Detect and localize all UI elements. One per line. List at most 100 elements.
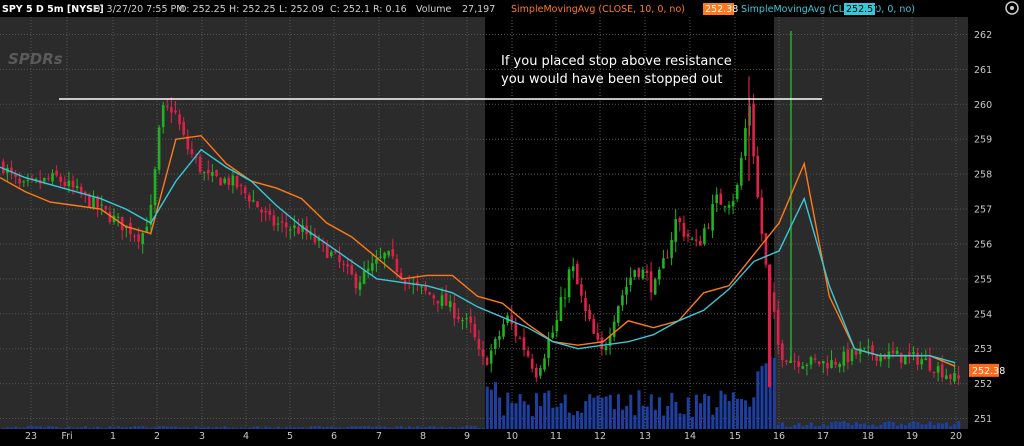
- volume-bar: [313, 426, 317, 429]
- volume-bar: [883, 421, 887, 429]
- candle-body: [518, 338, 522, 340]
- candle-body: [711, 204, 714, 231]
- candle-body: [571, 266, 575, 271]
- time-tick-label: 7: [376, 431, 382, 442]
- header-date: D: 3/27/20 7:55 PM: [93, 4, 184, 15]
- volume-bar: [317, 426, 321, 429]
- candle-body: [621, 295, 624, 306]
- volume-bar: [809, 422, 813, 429]
- candle-body: [694, 239, 698, 241]
- candle-body: [391, 249, 395, 257]
- candle-body: [342, 263, 345, 265]
- volume-bar: [662, 415, 666, 429]
- candle-body: [838, 363, 841, 368]
- volume-bar: [330, 426, 333, 429]
- candle-body: [461, 320, 464, 322]
- candle-body: [477, 339, 481, 350]
- candle-body: [248, 195, 251, 202]
- volume-bar: [895, 425, 899, 429]
- candle-body: [395, 258, 399, 272]
- candle-body: [260, 209, 263, 213]
- candle-body: [826, 362, 829, 369]
- volume-bar: [863, 423, 866, 429]
- volume-bar: [854, 421, 858, 429]
- candle-body: [182, 122, 185, 135]
- volume-bar: [116, 426, 120, 429]
- volume-bar: [543, 393, 547, 429]
- volume-bar: [416, 426, 420, 429]
- volume-bar: [957, 421, 961, 429]
- volume-bar: [34, 426, 38, 429]
- volume-bar: [461, 426, 465, 429]
- time-tick-label: 8: [420, 431, 426, 442]
- candle-body: [846, 349, 850, 363]
- volume-bar: [305, 427, 309, 429]
- volume-bar: [239, 427, 243, 429]
- candle-body: [551, 332, 554, 338]
- header-symbol[interactable]: SPY 5 D 5m [NYSE]: [2, 4, 104, 15]
- candle-body: [797, 361, 800, 367]
- volume-bar: [781, 422, 784, 429]
- candle-body: [354, 273, 358, 289]
- volume-bar: [953, 424, 957, 429]
- candle-body: [530, 358, 534, 369]
- candle-body: [596, 332, 600, 340]
- price-tick-label: 253: [974, 344, 992, 355]
- candle-body: [207, 169, 210, 174]
- header-volume-value: 27,197: [462, 4, 495, 15]
- candle-body: [699, 240, 702, 246]
- volume-bar: [920, 424, 924, 429]
- annotation-line-1: If you placed stop above resistance: [501, 54, 732, 69]
- candle-body: [202, 172, 206, 174]
- volume-bar: [457, 427, 461, 429]
- volume-bar: [354, 426, 358, 429]
- header-open: O: 252.25: [179, 4, 226, 15]
- candle-body: [703, 228, 706, 244]
- candle-body: [215, 169, 218, 176]
- candle-body: [51, 173, 54, 182]
- candle-body: [576, 263, 579, 285]
- candle-body: [867, 346, 870, 348]
- volume-bar: [43, 427, 46, 429]
- volume-bar: [535, 393, 538, 429]
- price-tick-label: 262: [974, 30, 992, 41]
- volume-bar: [100, 427, 104, 429]
- volume-bar: [912, 421, 916, 429]
- volume-bar: [699, 403, 702, 429]
- candle-body: [293, 225, 296, 229]
- volume-bar: [658, 397, 661, 429]
- volume-bar: [346, 427, 350, 429]
- header-range: R: 0.16: [373, 4, 407, 15]
- candle-body: [625, 286, 628, 295]
- volume-bar: [694, 394, 698, 429]
- volume-bar: [760, 365, 764, 429]
- volume-bar: [170, 426, 174, 429]
- volume-bar: [301, 427, 305, 429]
- candle-body: [842, 351, 846, 366]
- volume-bar: [276, 426, 280, 429]
- candle-body: [494, 339, 497, 349]
- price-tick-label: 261: [974, 65, 992, 76]
- volume-bar: [6, 427, 10, 429]
- candle-body: [633, 270, 636, 277]
- candle-body: [899, 352, 903, 363]
- candle-body: [719, 193, 723, 205]
- volume-bar: [555, 406, 559, 429]
- volume-bar: [92, 427, 96, 429]
- volume-bar: [891, 422, 895, 429]
- volume-bar: [289, 426, 292, 429]
- candle-body: [916, 352, 919, 365]
- volume-bar: [879, 424, 883, 429]
- candle-body: [137, 234, 140, 242]
- candle-body: [945, 375, 948, 379]
- price-tick-label: 251: [974, 414, 992, 425]
- candle-body: [805, 365, 809, 367]
- volume-bar: [235, 427, 239, 429]
- volume-bar: [887, 421, 891, 429]
- volume-bar: [744, 400, 748, 429]
- volume-bar: [785, 426, 789, 429]
- volume-bar: [822, 424, 825, 429]
- candle-body: [145, 226, 149, 233]
- volume-bar: [539, 406, 543, 429]
- volume-bar: [584, 401, 588, 429]
